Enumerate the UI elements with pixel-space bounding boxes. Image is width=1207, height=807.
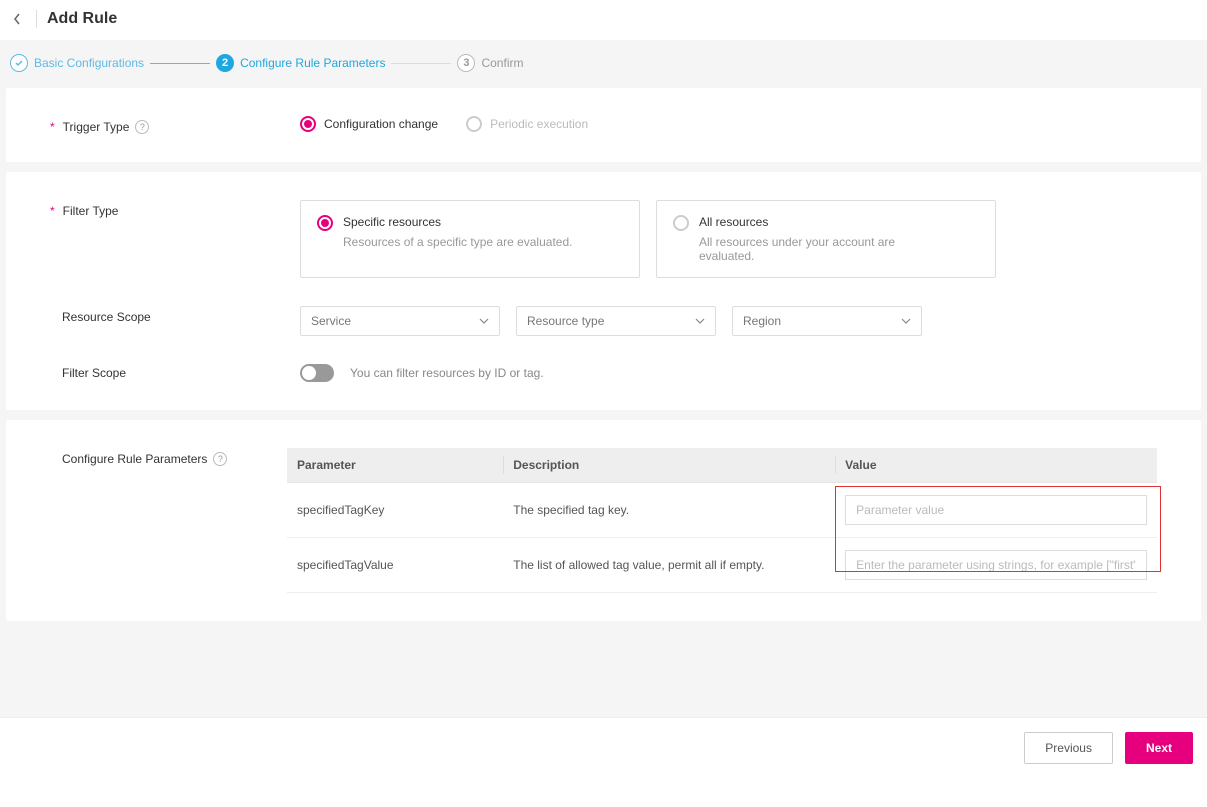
param-value-input[interactable] [845,550,1147,580]
select-placeholder: Service [311,314,351,328]
table-row: specifiedTagKey The specified tag key. [287,483,1157,538]
card-title: All resources [699,215,945,229]
resource-scope-label: Resource Scope [62,310,151,324]
th-description: Description [503,448,835,483]
radio-unselected-icon [673,215,689,231]
th-parameter: Parameter [287,448,503,483]
radio-unselected-icon [466,116,482,132]
select-placeholder: Resource type [527,314,604,328]
resource-type-select[interactable]: Resource type [516,306,716,336]
region-select[interactable]: Region [732,306,922,336]
select-placeholder: Region [743,314,781,328]
trigger-type-label: Trigger Type [63,120,130,134]
step-basic-configurations[interactable]: Basic Configurations [10,54,144,72]
trigger-periodic-execution-radio[interactable]: Periodic execution [466,116,588,132]
param-value-input[interactable] [845,495,1147,525]
header-divider [36,10,37,28]
table-row: specifiedTagValue The list of allowed ta… [287,538,1157,593]
parameters-table: Parameter Description Value specifiedTag… [287,448,1157,593]
param-desc: The specified tag key. [503,483,835,538]
param-name: specifiedTagKey [287,483,503,538]
help-icon[interactable]: ? [135,120,149,134]
required-marker: * [50,120,55,134]
step-label: Configure Rule Parameters [240,56,385,70]
step-configure-rule-parameters[interactable]: 2 Configure Rule Parameters [216,54,385,72]
param-name: specifiedTagValue [287,538,503,593]
step-confirm[interactable]: 3 Confirm [457,54,523,72]
card-title: Specific resources [343,215,572,229]
next-button[interactable]: Next [1125,732,1193,764]
step-connector [391,63,451,64]
configure-rule-parameters-label: Configure Rule Parameters [62,452,207,466]
service-select[interactable]: Service [300,306,500,336]
chevron-left-icon [12,12,22,26]
help-icon[interactable]: ? [213,452,227,466]
radio-selected-icon [300,116,316,132]
radio-label: Periodic execution [490,117,588,131]
chevron-down-icon [479,318,489,324]
previous-button[interactable]: Previous [1024,732,1113,764]
required-marker: * [50,204,55,218]
check-icon [10,54,28,72]
step-label: Basic Configurations [34,56,144,70]
filter-type-label: Filter Type [63,204,119,218]
step-number-icon: 3 [457,54,475,72]
th-value: Value [835,448,1157,483]
step-connector [150,63,210,64]
trigger-configuration-change-radio[interactable]: Configuration change [300,116,438,132]
filter-all-resources-card[interactable]: All resources All resources under your a… [656,200,996,278]
button-label: Next [1146,741,1172,755]
param-desc: The list of allowed tag value, permit al… [503,538,835,593]
filter-specific-resources-card[interactable]: Specific resources Resources of a specif… [300,200,640,278]
wizard-stepper: Basic Configurations 2 Configure Rule Pa… [6,40,1201,88]
filter-scope-hint: You can filter resources by ID or tag. [350,366,544,380]
radio-selected-icon [317,215,333,231]
card-subtitle: All resources under your account are eva… [699,235,945,263]
step-number-icon: 2 [216,54,234,72]
filter-scope-label: Filter Scope [62,366,126,380]
card-subtitle: Resources of a specific type are evaluat… [343,235,572,249]
filter-scope-toggle[interactable] [300,364,334,382]
page-title: Add Rule [47,10,117,28]
chevron-down-icon [695,318,705,324]
button-label: Previous [1045,741,1092,755]
step-label: Confirm [481,56,523,70]
radio-label: Configuration change [324,117,438,131]
back-button[interactable] [8,10,26,28]
chevron-down-icon [901,318,911,324]
